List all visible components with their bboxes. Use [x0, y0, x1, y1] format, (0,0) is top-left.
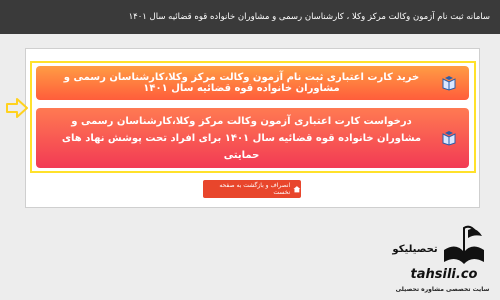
- watermark-brand: تحصیلیکو: [392, 244, 438, 255]
- buy-credit-card-label: خرید کارت اعتباری ثبت نام آزمون وکالت مر…: [63, 72, 420, 94]
- open-book-logo-icon: [444, 225, 484, 264]
- watermark-domain: tahsili.co: [410, 267, 478, 282]
- graduation-book-icon: [442, 131, 456, 146]
- arrow-right-icon: [6, 98, 28, 118]
- cancel-back-home-button[interactable]: انصراف و بازگشت به صفحه نخست: [203, 180, 301, 198]
- buy-credit-card-button[interactable]: خرید کارت اعتباری ثبت نام آزمون وکالت مر…: [36, 66, 469, 100]
- cancel-back-home-label: انصراف و بازگشت به صفحه نخست: [219, 182, 291, 196]
- watermark-tagline: سایت تخصصی مشاوره تحصیلی: [395, 286, 490, 293]
- page-title: سامانه ثبت نام آزمون وکالت مرکز وکلا ، ک…: [128, 12, 490, 22]
- home-icon: [293, 186, 301, 193]
- request-credit-card-label: درخواست کارت اعتباری آزمون وکالت مرکز وک…: [61, 115, 422, 161]
- page-header: سامانه ثبت نام آزمون وکالت مرکز وکلا ، ک…: [0, 0, 500, 34]
- graduation-book-icon: [442, 76, 456, 91]
- site-watermark: تحصیلیکو tahsili.co سایت تخصصی مشاوره تح…: [385, 218, 495, 298]
- request-credit-card-button[interactable]: درخواست کارت اعتباری آزمون وکالت مرکز وک…: [36, 108, 469, 168]
